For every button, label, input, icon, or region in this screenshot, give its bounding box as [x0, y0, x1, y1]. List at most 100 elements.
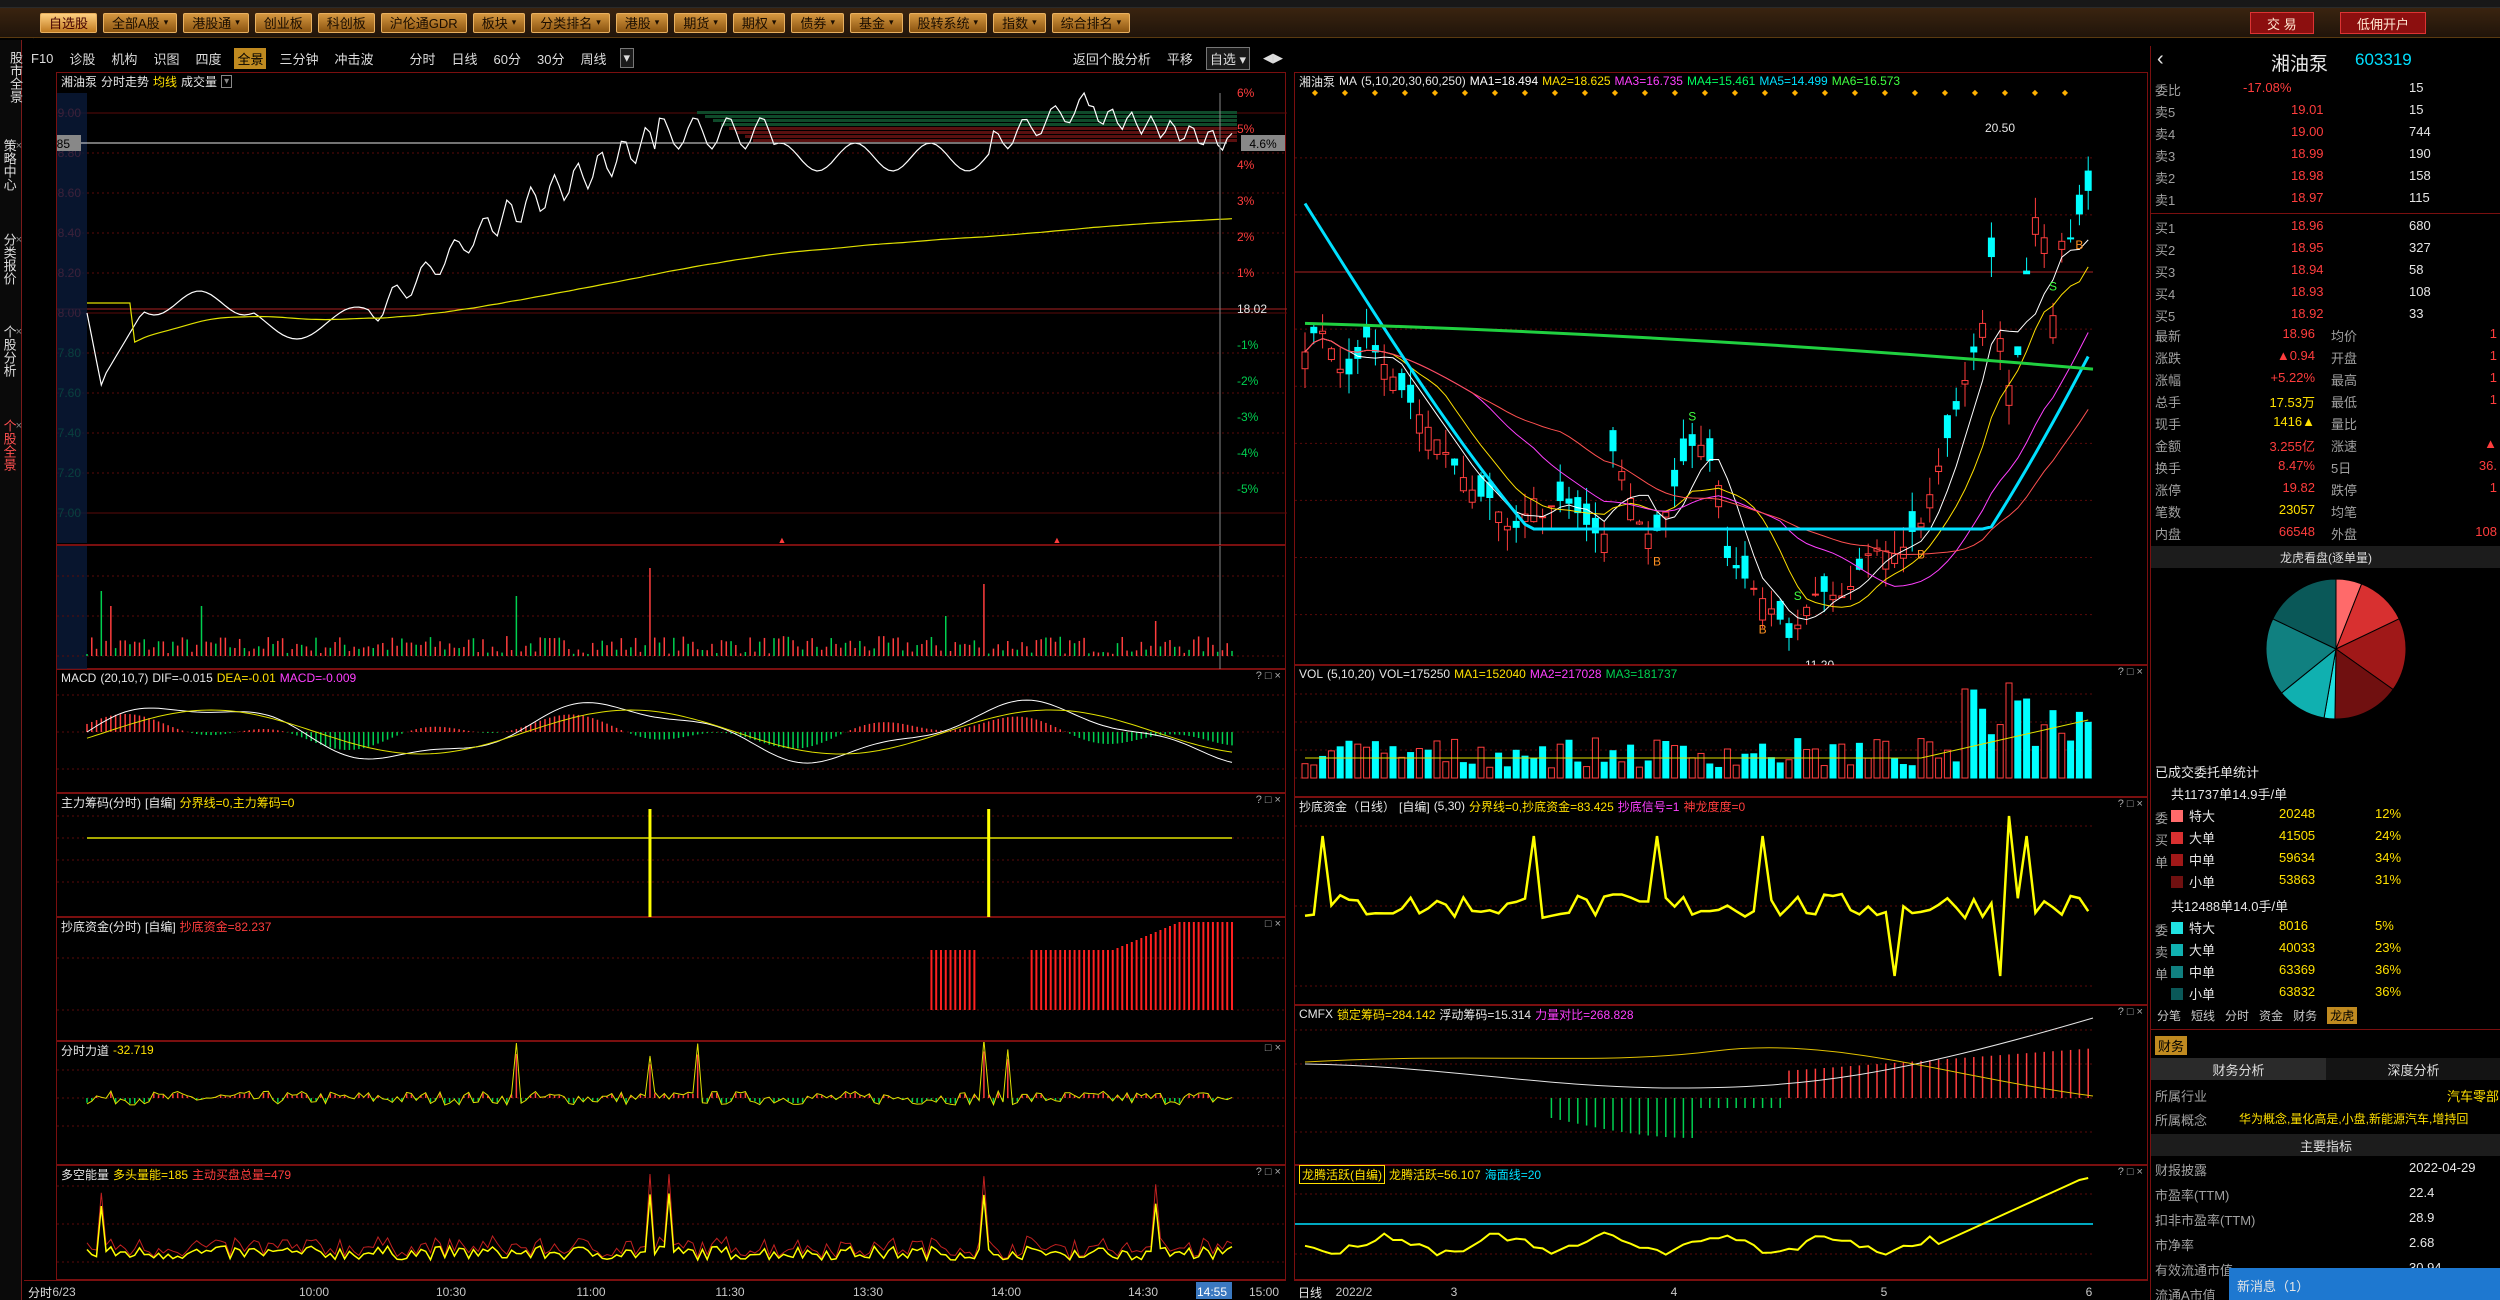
pane-controls[interactable]: □ × — [1265, 918, 1281, 930]
daily-ma-label[interactable]: MA — [1339, 74, 1357, 88]
daily-vol-label[interactable]: VOL — [1299, 667, 1323, 681]
toolbar-item-6[interactable]: 三分钟 — [276, 48, 321, 69]
menu-item-5[interactable]: 沪伦通GDR — [380, 12, 467, 33]
time-label: 10:30 — [436, 1285, 466, 1299]
ma-value-1: MA1=18.494 — [1469, 74, 1539, 88]
zhuli-pane[interactable]: 主力筹码(分时) [自编] 分界线=0,主力筹码=0 ? □ × 100-10-… — [36, 793, 1287, 918]
menu-item-11[interactable]: 债券 ▾ — [791, 12, 844, 33]
force-pane[interactable]: 分时力道 -32.719 □ × 2000-200 — [29, 1039, 1287, 1165]
menu-item-12[interactable]: 基金 ▾ — [849, 12, 903, 33]
pan-button[interactable]: 平移 — [1164, 48, 1196, 69]
left-tab-0[interactable]: 股市全景 — [0, 48, 23, 106]
ma30-line — [1304, 338, 2089, 556]
stat-label: 金额 — [2155, 439, 2182, 454]
pane-controls[interactable]: ? □ × — [2118, 1006, 2143, 1018]
menu-item-7[interactable]: 分类排名 ▾ — [531, 12, 610, 33]
force-label[interactable]: 分时力道 — [61, 1042, 109, 1059]
self-select-dropdown[interactable]: 自选 ▾ — [1205, 46, 1250, 70]
menu-item-14[interactable]: 指数 ▾ — [993, 12, 1046, 33]
menu-item-15[interactable]: 综合排名 ▾ — [1051, 12, 1131, 33]
energy-label[interactable]: 多空能量 — [61, 1166, 109, 1183]
chaodi-intraday-pane[interactable]: 抄底资金(分时) [自编] 抄底资金=82.237 □ × 500 — [40, 917, 1287, 1041]
left-tab-2[interactable]: × 分类报价 — [0, 230, 22, 288]
period-tab-0[interactable]: 分时 — [407, 48, 439, 69]
daily-kline-pane[interactable]: 湘油泵 MA (5,10,20,30,60,250) MA1=18.494 MA2… — [1274, 72, 2148, 672]
period-tab-1[interactable]: 日线 — [449, 48, 481, 69]
buy-signal: B — [2075, 238, 2083, 252]
toolbar-item-7[interactable]: 冲击波 — [332, 48, 377, 69]
zhuli-header: 主力筹码(分时) [自编] 分界线=0,主力筹码=0 — [57, 794, 294, 810]
left-tab-1[interactable]: × 策略中心 — [0, 136, 22, 194]
daily-volume-bar — [1635, 766, 1643, 779]
pane-controls[interactable]: ? □ × — [1256, 1166, 1281, 1178]
menu-item-4[interactable]: 科创板 — [317, 12, 375, 33]
bottom-tab-4[interactable]: 财务 — [2293, 1007, 2317, 1024]
left-tab-4[interactable]: × 个股全景 — [0, 416, 22, 474]
zhuli-label[interactable]: 主力筹码(分时) — [61, 794, 141, 811]
ma-value-4: MA4=15.461 — [1686, 74, 1756, 88]
longteng-label[interactable]: 龙腾活跃(自编) — [1299, 1164, 1385, 1184]
menu-item-3[interactable]: 创业板 — [254, 12, 312, 33]
current-pct-label: 4.6% — [1249, 137, 1277, 151]
fin-tab-1[interactable]: 深度分析 — [2326, 1058, 2500, 1080]
pane-controls[interactable]: ? □ × — [2118, 798, 2143, 810]
menu-item-8[interactable]: 港股 ▾ — [615, 12, 669, 33]
bottom-tab-1[interactable]: 短线 — [2191, 1007, 2215, 1024]
pane-controls[interactable]: ? □ × — [2118, 666, 2143, 678]
toolbar-item-0[interactable]: F10 — [28, 50, 56, 67]
fin-tab-0[interactable]: 财务分析 — [2151, 1058, 2326, 1080]
macd-pane[interactable]: MACD (20,10,7) DIF=-0.015 DEA=-0.01 MACD… — [26, 669, 1287, 793]
pane-controls[interactable]: ? □ × — [2118, 1166, 2143, 1178]
bottom-tab-5[interactable]: 龙虎 — [2327, 1006, 2358, 1024]
chevron-down-icon[interactable]: ▾ — [619, 48, 635, 68]
chaodi-intraday-label[interactable]: 抄底资金(分时) — [61, 918, 141, 935]
bottom-tab-0[interactable]: 分笔 — [2157, 1007, 2181, 1024]
candle-body — [1952, 401, 1960, 410]
toolbar-item-5[interactable]: 全景 — [234, 47, 267, 69]
toolbar-item-4[interactable]: 四度 — [192, 48, 224, 69]
chaodi-daily-pane[interactable]: 抄底资金（日线） [自编] (5,30) 分界线=0,抄底资金=83.425 抄… — [1267, 797, 2148, 1005]
open-account-button[interactable]: 低佣开户 — [2340, 12, 2427, 34]
cmfx-label[interactable]: CMFX — [1299, 1007, 1333, 1021]
news-notification[interactable]: 新消息（1） — [2229, 1268, 2500, 1300]
chevron-down-icon[interactable]: ▾ — [221, 74, 233, 88]
daily-volume-pane[interactable]: VOL (5,10,20) VOL=175250 MA1=152040 MA2=… — [1258, 665, 2148, 797]
intraday-price-pane[interactable]: 湘油泵 分时走势 均线 成交量 ▾ 19.0018.8018.6018.4018… — [29, 72, 1287, 546]
toolbar-item-1[interactable]: 诊股 — [66, 48, 98, 69]
pane-controls[interactable]: □ × — [1265, 1042, 1281, 1054]
toolbar-item-2[interactable]: 机构 — [108, 48, 140, 69]
left-tab-3[interactable]: × 个股分析 — [0, 322, 22, 380]
bottom-tab-3[interactable]: 资金 — [2259, 1007, 2283, 1024]
period-tab-4[interactable]: 周线 — [577, 48, 609, 69]
menu-item-13[interactable]: 股转系统 ▾ — [908, 12, 988, 33]
trade-button[interactable]: 交 易 — [2250, 12, 2314, 34]
period-tab-3[interactable]: 30分 — [534, 48, 567, 69]
back-arrow-icon[interactable]: ‹ — [2157, 48, 2164, 71]
longteng-pane[interactable]: 龙腾活跃(自编) 龙腾活跃=56.107 海面线=20 ? □ × 40200 — [1278, 1164, 2148, 1280]
pane-controls[interactable]: ? □ × — [1256, 670, 1281, 682]
pane-controls[interactable]: ? □ × — [1256, 794, 1281, 806]
period-tab-2[interactable]: 60分 — [491, 48, 524, 69]
intraday-price-chart: 19.0018.8018.6018.4018.2018.0017.8017.60… — [29, 86, 1287, 546]
event-marker: ◆ — [1912, 88, 1919, 97]
cmfx-pane[interactable]: CMFX 锁定筹码=284.142 浮动筹码=15.314 力量对比=268.8… — [1267, 1005, 2148, 1165]
chevron-down-icon: ▾ — [830, 17, 835, 27]
chaodi-daily-label[interactable]: 抄底资金（日线） — [1299, 798, 1395, 815]
toolbar-item-3[interactable]: 识图 — [150, 48, 182, 69]
back-button[interactable]: 返回个股分析 — [1070, 48, 1154, 69]
menu-item-10[interactable]: 期权 ▾ — [732, 12, 786, 33]
menu-item-2[interactable]: 港股通 ▾ — [183, 12, 249, 33]
scroll-arrows-icon[interactable]: ◀▶ — [1260, 49, 1286, 67]
menu-item-1[interactable]: 全部A股 ▾ — [103, 12, 178, 33]
daily-volume-bar — [1398, 756, 1406, 779]
bottom-tab-2[interactable]: 分时 — [2225, 1007, 2249, 1024]
menu-item-6[interactable]: 板块 ▾ — [472, 12, 526, 33]
menu-item-0[interactable]: 自选股 — [40, 12, 98, 33]
buy-volume: 41505 — [2279, 828, 2316, 843]
intraday-volume-pane[interactable]: 400020000 — [26, 545, 1287, 670]
buy-side-label: 买 — [2155, 833, 2169, 848]
finance-tab[interactable]: 财务 — [2155, 1036, 2188, 1055]
menu-item-9[interactable]: 期货 ▾ — [674, 12, 727, 33]
macd-label[interactable]: MACD — [61, 671, 96, 685]
energy-pane[interactable]: 多空能量 多头量能=185 主动买盘总量=479 ? □ × 400020000 — [26, 1165, 1287, 1280]
